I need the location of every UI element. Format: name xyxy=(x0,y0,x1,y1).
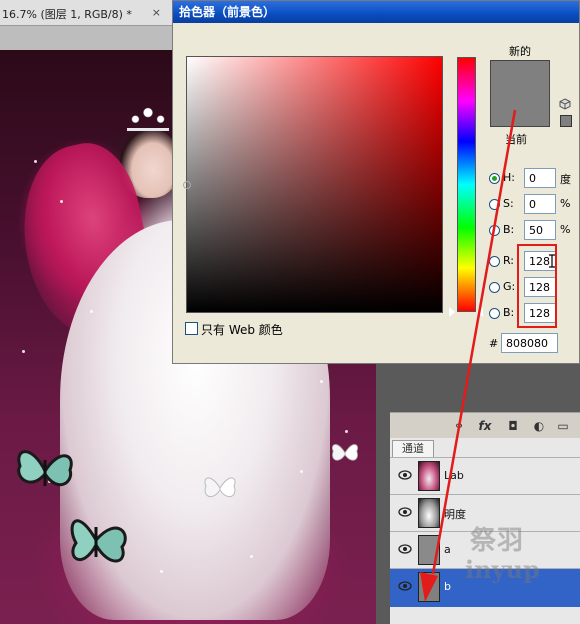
blue-label: B: xyxy=(503,306,515,319)
channel-name: a xyxy=(444,543,451,556)
tab-channels[interactable]: 通道 xyxy=(392,440,434,457)
dialog-title[interactable]: 拾色器（前景色） xyxy=(173,1,579,23)
hex-input[interactable]: 808080 xyxy=(501,333,558,353)
green-label: G: xyxy=(503,280,516,293)
radio-brightness[interactable] xyxy=(489,225,500,236)
radio-blue[interactable] xyxy=(489,308,500,319)
link-icon[interactable]: ⚭ xyxy=(452,419,466,433)
channel-name: Lab xyxy=(444,469,464,482)
folder-icon[interactable]: ▭ xyxy=(556,419,570,433)
saturation-brightness-field[interactable] xyxy=(183,56,443,313)
out-of-gamut-cube-icon[interactable] xyxy=(559,98,571,110)
butterfly-icon xyxy=(70,519,127,563)
eye-icon[interactable] xyxy=(398,470,412,480)
hue-slider[interactable] xyxy=(457,57,476,312)
butterfly-icon xyxy=(332,444,358,461)
radio-red[interactable] xyxy=(489,256,500,267)
fx-icon[interactable]: fx xyxy=(478,419,492,433)
hex-label: # xyxy=(489,337,499,350)
radio-green[interactable] xyxy=(489,282,500,293)
saturation-unit: % xyxy=(560,197,571,210)
field-cursor[interactable] xyxy=(183,181,191,189)
sparkle xyxy=(90,310,93,313)
current-color-label: 当前 xyxy=(505,133,527,146)
document-title: 16.7% (图层 1, RGB/8) * xyxy=(2,8,132,21)
butterfly-icon xyxy=(17,450,73,487)
sparkle xyxy=(160,570,163,573)
channel-name: 明度 xyxy=(444,508,466,521)
eye-icon[interactable] xyxy=(398,581,412,591)
close-tab-icon[interactable]: × xyxy=(152,6,161,19)
red-label: R: xyxy=(503,254,515,267)
radio-hue[interactable] xyxy=(489,173,500,184)
new-color-label: 新的 xyxy=(509,45,531,58)
sparkle xyxy=(345,430,348,433)
brightness-label: B: xyxy=(503,223,515,236)
color-preview-swatch xyxy=(490,60,550,127)
butterfly-icon xyxy=(204,477,236,498)
document-strip xyxy=(0,26,172,50)
hue-slider-arrow-right[interactable] xyxy=(477,307,483,317)
channel-thumbnail xyxy=(418,461,440,491)
web-safe-swatch[interactable] xyxy=(560,115,572,127)
sparkle xyxy=(34,160,37,163)
text-cursor-icon xyxy=(549,254,555,268)
hue-input[interactable]: 0 xyxy=(524,168,556,188)
sparkle xyxy=(320,380,323,383)
mask-icon[interactable]: ◘ xyxy=(506,419,520,433)
watermark: inyup xyxy=(465,555,540,584)
channel-thumbnail xyxy=(418,535,440,565)
eye-icon[interactable] xyxy=(398,544,412,554)
radio-saturation[interactable] xyxy=(489,199,500,210)
channel-thumbnail xyxy=(418,572,440,602)
web-colors-only-label: 只有 Web 颜色 xyxy=(201,323,283,337)
brightness-unit: % xyxy=(560,223,571,236)
layers-toolbar: ⚭ fx ◘ ◐ ▭ xyxy=(390,412,580,439)
eye-icon[interactable] xyxy=(398,507,412,517)
brightness-input[interactable]: 50 xyxy=(524,220,556,240)
channel-thumbnail xyxy=(418,498,440,528)
web-colors-only-checkbox[interactable] xyxy=(185,322,198,335)
sparkle xyxy=(22,350,25,353)
sparkle xyxy=(300,470,303,473)
hue-slider-arrow-left[interactable] xyxy=(449,307,455,317)
sparkle xyxy=(250,555,253,558)
saturation-input[interactable]: 0 xyxy=(524,194,556,214)
hue-label: H: xyxy=(503,171,515,184)
watermark: 祭羽 xyxy=(470,526,525,556)
sparkle xyxy=(60,200,63,203)
saturation-label: S: xyxy=(503,197,514,210)
hue-unit: 度 xyxy=(560,173,571,186)
channel-row-lab[interactable]: Lab xyxy=(390,457,580,494)
tiara-icon xyxy=(127,106,169,131)
adjustment-icon[interactable]: ◐ xyxy=(532,419,546,433)
document-tab[interactable]: 16.7% (图层 1, RGB/8) * × xyxy=(0,0,175,26)
channel-name: b xyxy=(444,580,451,593)
